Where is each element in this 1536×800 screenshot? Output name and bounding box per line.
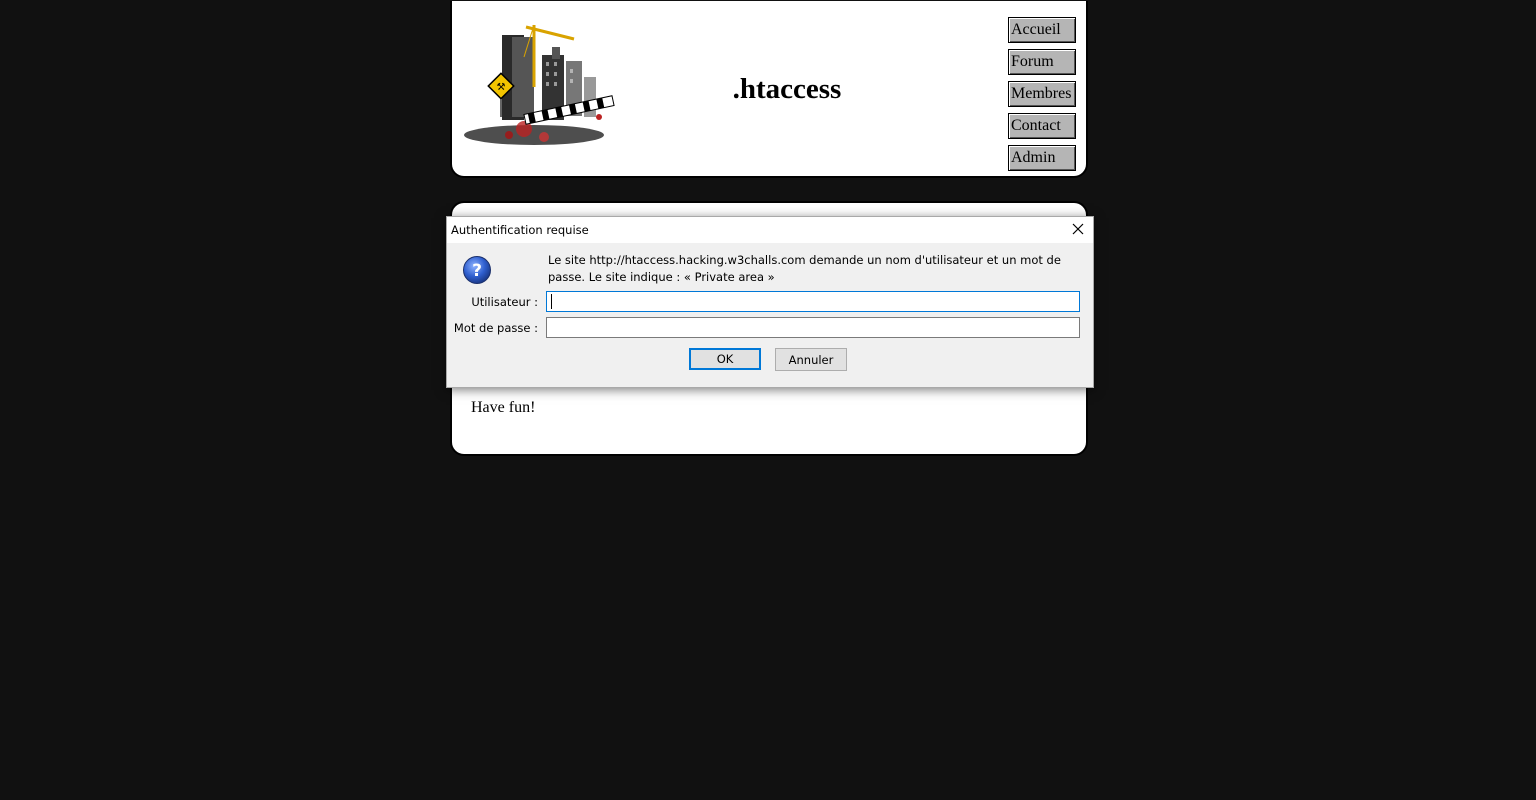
- question-icon: ?: [463, 256, 491, 284]
- nav-item-accueil[interactable]: Accueil: [1008, 17, 1076, 43]
- svg-text:?: ?: [472, 261, 482, 281]
- username-input[interactable]: [546, 291, 1080, 312]
- city-construction-logo-icon: ⚒: [464, 24, 615, 145]
- page: ⚒ .htaccess Accueil Forum Membres Contac…: [0, 0, 1536, 800]
- page-title: .htaccess: [732, 73, 842, 105]
- password-input[interactable]: [546, 317, 1080, 338]
- password-label: Mot de passe :: [453, 321, 538, 335]
- text-caret: [551, 294, 552, 309]
- dialog-title: Authentification requise: [451, 223, 589, 237]
- close-icon[interactable]: [1071, 222, 1085, 236]
- nav-item-admin[interactable]: Admin: [1008, 145, 1076, 171]
- cancel-button[interactable]: Annuler: [775, 348, 847, 371]
- content-text: Have fun!: [471, 399, 536, 416]
- nav-menu: Accueil Forum Membres Contact Admin: [1008, 17, 1076, 177]
- ok-button[interactable]: OK: [689, 348, 761, 370]
- dialog-titlebar[interactable]: Authentification requise: [447, 217, 1093, 243]
- auth-dialog: Authentification requise ? Le site http:…: [446, 216, 1094, 388]
- site-header: ⚒ .htaccess Accueil Forum Membres Contac…: [450, 1, 1088, 178]
- username-label: Utilisateur :: [471, 295, 538, 309]
- svg-text:⚒: ⚒: [497, 82, 506, 93]
- nav-item-forum[interactable]: Forum: [1008, 49, 1076, 75]
- dialog-message: Le site http://htaccess.hacking.w3challs…: [548, 253, 1061, 284]
- nav-item-contact[interactable]: Contact: [1008, 113, 1076, 139]
- nav-item-membres[interactable]: Membres: [1008, 81, 1076, 107]
